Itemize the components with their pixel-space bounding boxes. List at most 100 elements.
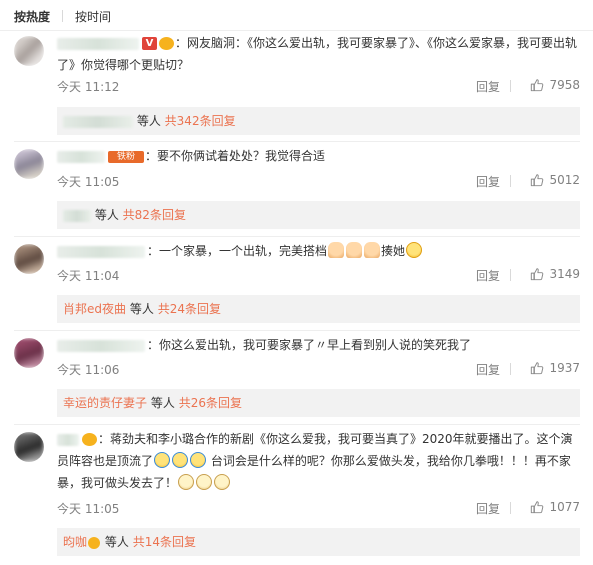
meta-divider xyxy=(510,269,511,281)
tab-by-hot[interactable]: 按热度 xyxy=(14,8,50,25)
thumbs-up-icon xyxy=(531,362,544,375)
like-count: 7958 xyxy=(549,78,580,92)
laugh-emoji-icon xyxy=(406,242,423,258)
tabs-divider xyxy=(0,30,593,31)
tab-divider xyxy=(62,10,64,22)
like-count: 1077 xyxy=(549,500,580,514)
laugh-cry-emoji-icon xyxy=(154,452,171,468)
comment-divider xyxy=(14,141,580,142)
crown-badge-icon xyxy=(82,433,97,446)
avatar[interactable] xyxy=(14,338,44,368)
comment-colon: ： xyxy=(147,244,160,258)
comment-text: 要不你俩试着处处？我觉得合适 xyxy=(157,149,326,163)
replies-count[interactable]: 共24条回复 xyxy=(158,302,221,316)
timestamp: 今天 11:06 xyxy=(57,363,120,377)
laugh-cry-emoji-icon xyxy=(172,452,189,468)
replies-summary[interactable]: 幸运的责仔妻子 等人 共26条回复 xyxy=(57,389,580,417)
replies-summary[interactable]: 等人 共82条回复 xyxy=(57,201,580,229)
username[interactable] xyxy=(57,150,105,163)
like-button[interactable]: 1937 xyxy=(530,361,580,375)
username[interactable] xyxy=(57,37,139,50)
replies-count[interactable]: 共26条回复 xyxy=(179,396,242,410)
reply-user-name[interactable] xyxy=(63,115,133,128)
comment-body: V ：网友脑洞：《你这么爱出轨，我可要家暴了》、《你这么爱家暴，我可要出轨了》你觉… xyxy=(57,32,580,76)
comment-divider xyxy=(14,330,580,331)
replies-suffix: 等人 xyxy=(129,302,154,316)
replies-suffix: 等人 xyxy=(150,396,175,410)
verified-v-icon: V xyxy=(142,37,157,50)
meta-divider xyxy=(510,80,511,92)
sort-tabs: 按热度 按时间 xyxy=(14,6,111,26)
reply-user-name[interactable] xyxy=(63,209,91,222)
avatar[interactable] xyxy=(14,149,44,179)
pray-emoji-icon xyxy=(364,242,381,258)
dog-emoji-icon xyxy=(196,474,213,490)
timestamp: 今天 11:05 xyxy=(57,502,120,516)
like-button[interactable]: 7958 xyxy=(530,78,580,92)
username[interactable] xyxy=(57,245,145,258)
comment-colon: ： xyxy=(175,36,188,50)
pray-emoji-icon xyxy=(346,242,363,258)
meta-divider xyxy=(510,363,511,375)
reply-user-name[interactable]: 幸运的责仔妻子 xyxy=(63,396,147,410)
comment-text-tail: 揍她 xyxy=(381,244,406,258)
meta-divider xyxy=(510,175,511,187)
reply-button[interactable]: 回复 xyxy=(476,500,500,517)
replies-summary[interactable]: 等人 共342条回复 xyxy=(57,107,580,135)
like-count: 3149 xyxy=(549,267,580,281)
reply-user-name[interactable]: 昀咖 xyxy=(63,535,87,549)
replies-suffix: 等人 xyxy=(94,208,119,222)
avatar[interactable] xyxy=(14,244,44,274)
reply-user-name[interactable]: 肖邦ed夜曲 xyxy=(63,302,126,316)
comment-meta: 今天 11:12 回复 7958 xyxy=(57,78,580,94)
reply-button[interactable]: 回复 xyxy=(476,361,500,378)
replies-summary[interactable]: 肖邦ed夜曲 等人 共24条回复 xyxy=(57,295,580,323)
username[interactable] xyxy=(57,339,145,352)
crown-badge-icon xyxy=(88,536,101,549)
reply-button[interactable]: 回复 xyxy=(476,267,500,284)
reply-button[interactable]: 回复 xyxy=(476,173,500,190)
avatar[interactable] xyxy=(14,432,44,462)
tab-by-time[interactable]: 按时间 xyxy=(75,8,111,25)
like-count: 5012 xyxy=(549,173,580,187)
comment-text: 你这么爱出轨，我可要家暴了〃早上看到别人说的笑死我了 xyxy=(159,338,472,352)
comment-meta: 今天 11:06 回复 1937 xyxy=(57,361,580,377)
meta-divider xyxy=(510,502,511,514)
comment-meta: 今天 11:04 回复 3149 xyxy=(57,267,580,283)
comment-body: ：你这么爱出轨，我可要家暴了〃早上看到别人说的笑死我了 xyxy=(57,334,580,356)
thumbs-up-icon xyxy=(531,268,544,281)
replies-count[interactable]: 共82条回复 xyxy=(123,208,186,222)
crown-badge-icon xyxy=(159,37,174,50)
like-button[interactable]: 5012 xyxy=(530,173,580,187)
laugh-cry-emoji-icon xyxy=(190,452,207,468)
thumbs-up-icon xyxy=(531,79,544,92)
comment-divider xyxy=(14,424,580,425)
thumbs-up-icon xyxy=(531,174,544,187)
timestamp: 今天 11:12 xyxy=(57,80,120,94)
comment-body: ：一个家暴，一个出轨，完美搭档 揍她 xyxy=(57,240,580,262)
replies-summary[interactable]: 昀咖 等人 共14条回复 xyxy=(57,528,580,556)
comment-text: 一个家暴，一个出轨，完美搭档 xyxy=(159,244,328,258)
comment-colon: ： xyxy=(98,432,111,446)
replies-count[interactable]: 共14条回复 xyxy=(133,535,196,549)
comment-meta: 今天 11:05 回复 1077 xyxy=(57,500,580,516)
replies-count[interactable]: 共342条回复 xyxy=(165,114,236,128)
comment-body: 铁粉 ：要不你俩试着处处？我觉得合适 xyxy=(57,145,580,167)
replies-suffix: 等人 xyxy=(104,535,129,549)
username[interactable] xyxy=(57,433,79,446)
thumbs-up-icon xyxy=(531,501,544,514)
pray-emoji-icon xyxy=(328,242,345,258)
like-button[interactable]: 3149 xyxy=(530,267,580,281)
dog-emoji-icon xyxy=(178,474,195,490)
fan-badge: 铁粉 xyxy=(108,150,144,163)
like-button[interactable]: 1077 xyxy=(530,500,580,514)
comment-divider xyxy=(14,236,580,237)
comment-colon: ： xyxy=(145,149,158,163)
dog-emoji-icon xyxy=(214,474,231,490)
avatar[interactable] xyxy=(14,36,44,66)
comment-body: ：蒋劲夫和李小璐合作的新剧《你这么爱我，我可要当真了》2020年就要播出了。这个… xyxy=(57,428,580,494)
replies-suffix: 等人 xyxy=(136,114,161,128)
timestamp: 今天 11:05 xyxy=(57,175,120,189)
reply-button[interactable]: 回复 xyxy=(476,78,500,95)
comment-meta: 今天 11:05 回复 5012 xyxy=(57,173,580,189)
